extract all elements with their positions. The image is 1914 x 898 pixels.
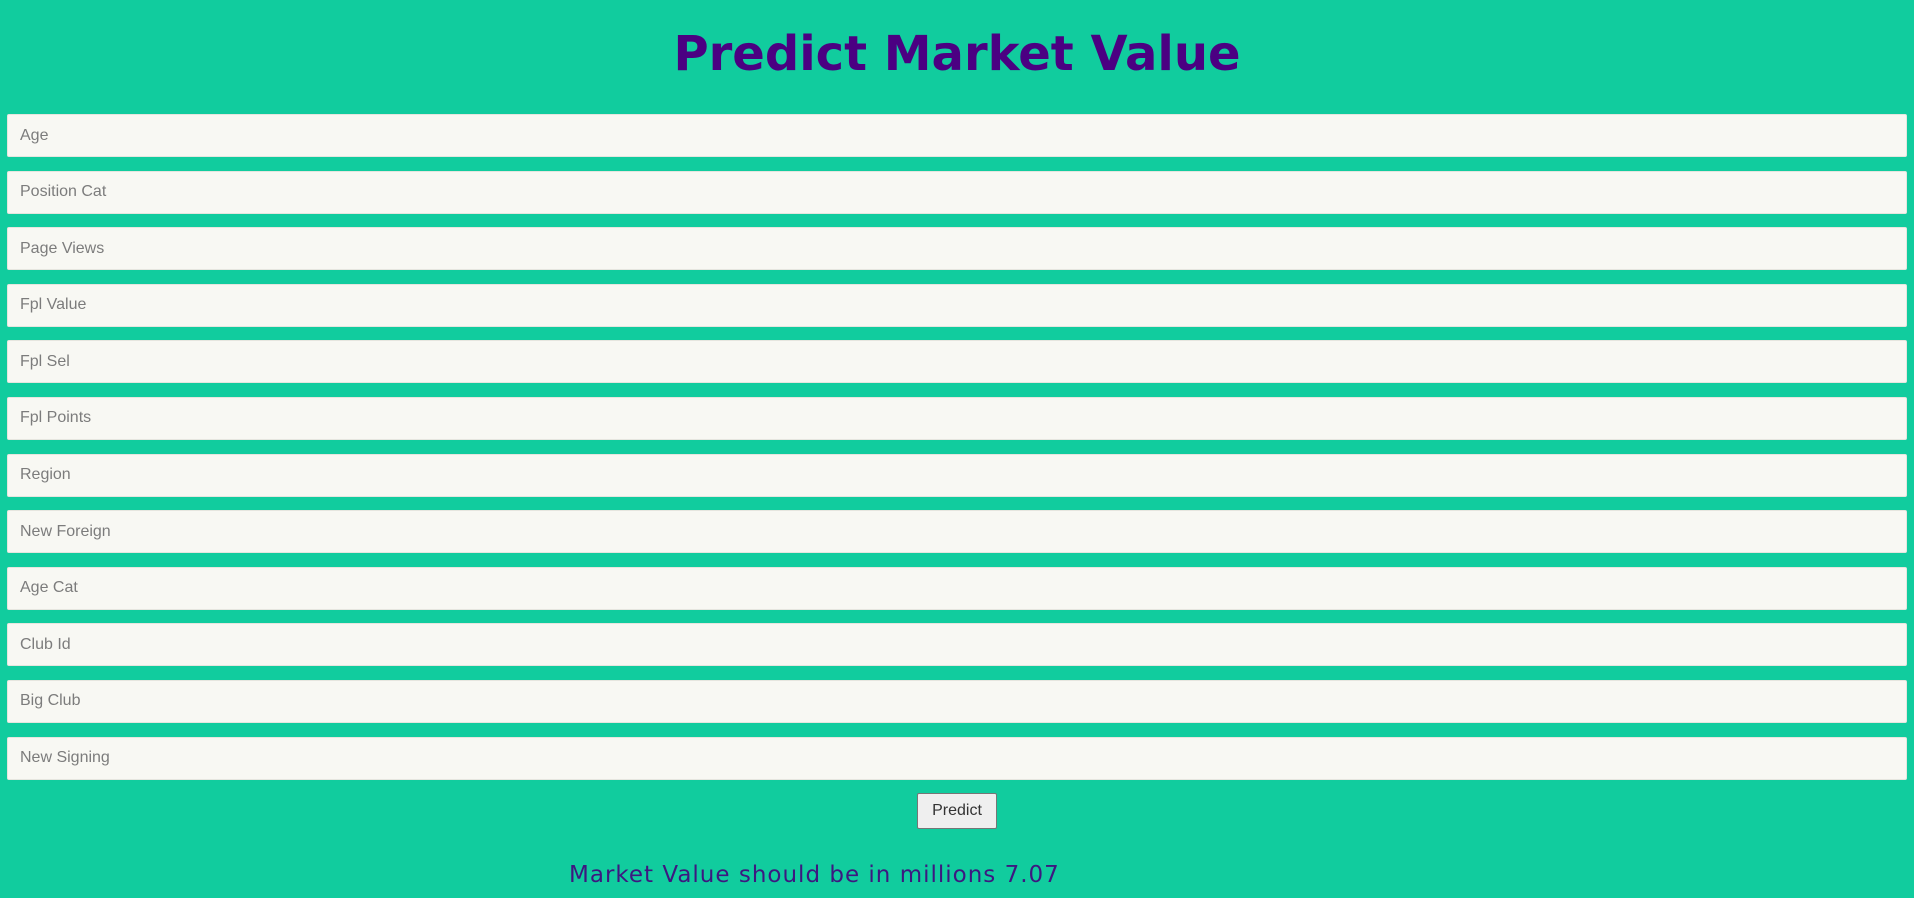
age-field[interactable] [7,114,1907,157]
position-cat-field[interactable] [7,170,1907,214]
page-views-field[interactable] [7,227,1907,271]
fpl-value-field[interactable] [7,283,1907,327]
region-field[interactable] [7,453,1907,497]
new-signing-field[interactable] [7,736,1907,780]
prediction-form [7,114,1907,793]
age-cat-field[interactable] [7,566,1907,610]
predict-button[interactable]: Predict [917,793,997,829]
fpl-sel-field[interactable] [7,340,1907,384]
new-foreign-field[interactable] [7,510,1907,554]
page-title: Predict Market Value [673,26,1241,82]
prediction-result: Market Value should be in millions 7.07 [569,862,1060,888]
club-id-field[interactable] [7,623,1907,667]
big-club-field[interactable] [7,679,1907,723]
fpl-points-field[interactable] [7,396,1907,440]
